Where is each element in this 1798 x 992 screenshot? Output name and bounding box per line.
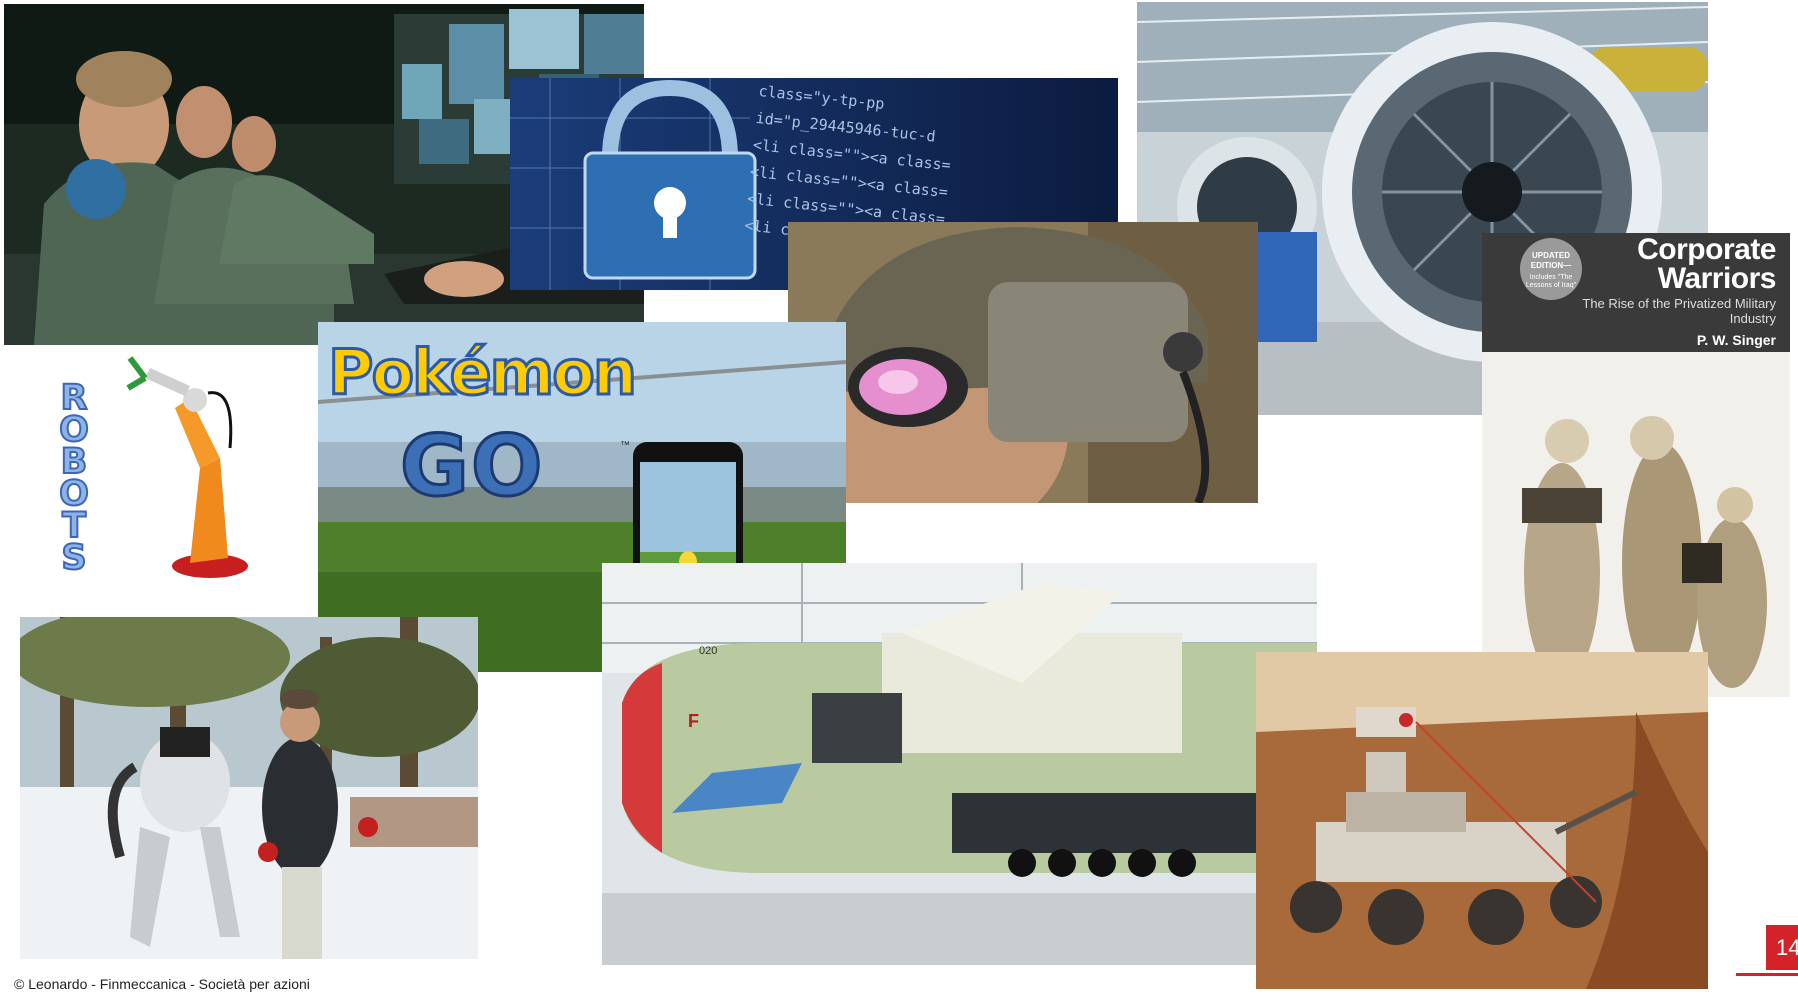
photo-mars-rover	[1256, 652, 1708, 989]
pokemon-logo: Pokémon	[327, 335, 639, 411]
photo-ar-helmet	[788, 222, 1258, 503]
book-author: P. W. Singer	[1696, 332, 1776, 348]
robots-word: ROBOTS	[53, 377, 95, 571]
book-subtitle: The Rise of the Privatized Military Indu…	[1582, 296, 1776, 326]
book-cover-corporate-warriors: UPDATED EDITION— Includes "The Lessons o…	[1482, 233, 1790, 697]
page-number-badge: 14	[1766, 925, 1798, 970]
fuselage-id: 020	[699, 645, 718, 657]
slide-footer: © Leonardo - Finmeccanica - Società per …	[14, 976, 310, 992]
photo-atlas-robot	[20, 617, 478, 959]
book-title: Corporate Warriors	[1637, 233, 1777, 295]
tail-code: F	[688, 711, 699, 731]
book-title-line2: Warriors	[1657, 262, 1777, 295]
trademark: ™	[620, 440, 630, 451]
badge-note: Includes "The Lessons of Iraq"	[1525, 274, 1577, 289]
pokemon-go-logo: GO	[398, 416, 545, 517]
photo-a400m-assembly: 020 F	[602, 563, 1317, 965]
book-title-line1: Corporate	[1637, 233, 1776, 266]
illustration-robots: ROBOTS	[50, 348, 248, 600]
page-number-underline	[1736, 973, 1798, 976]
badge-title: UPDATED EDITION—	[1530, 251, 1572, 270]
updated-edition-badge: UPDATED EDITION— Includes "The Lessons o…	[1520, 238, 1582, 300]
